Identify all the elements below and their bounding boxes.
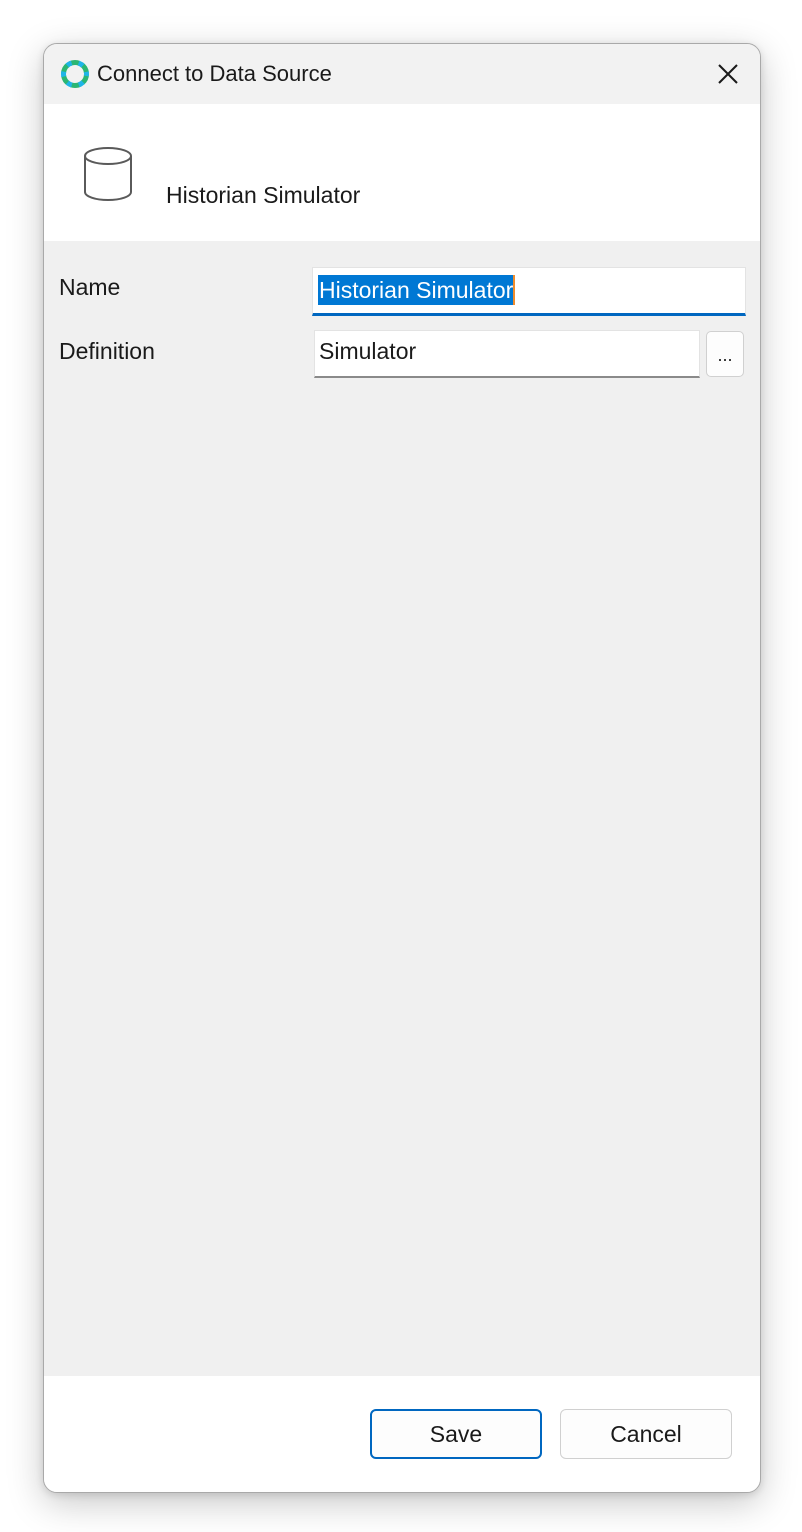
definition-input[interactable]: Simulator bbox=[314, 330, 700, 378]
name-input-value[interactable]: Historian Simulator bbox=[318, 275, 516, 305]
name-label: Name bbox=[59, 274, 121, 300]
title-bar: Connect to Data Source bbox=[44, 44, 760, 104]
save-button[interactable]: Save bbox=[370, 1409, 542, 1459]
app-logo-icon bbox=[61, 60, 89, 88]
definition-label: Definition bbox=[59, 338, 155, 364]
connect-dialog: Connect to Data Source Historian Simulat… bbox=[43, 43, 761, 1493]
close-button[interactable] bbox=[708, 54, 748, 94]
close-icon[interactable] bbox=[718, 64, 738, 84]
name-input[interactable]: Historian Simulator bbox=[312, 267, 746, 316]
window-title: Connect to Data Source bbox=[97, 61, 332, 86]
header-panel: Historian Simulator bbox=[44, 104, 760, 241]
browse-definition-button[interactable]: ... bbox=[706, 331, 744, 377]
data-source-title: Historian Simulator bbox=[166, 182, 361, 208]
cancel-button[interactable]: Cancel bbox=[560, 1409, 732, 1459]
database-icon bbox=[84, 147, 132, 201]
dialog-footer: Save Cancel bbox=[44, 1376, 760, 1492]
definition-input-value[interactable]: Simulator bbox=[319, 338, 416, 365]
